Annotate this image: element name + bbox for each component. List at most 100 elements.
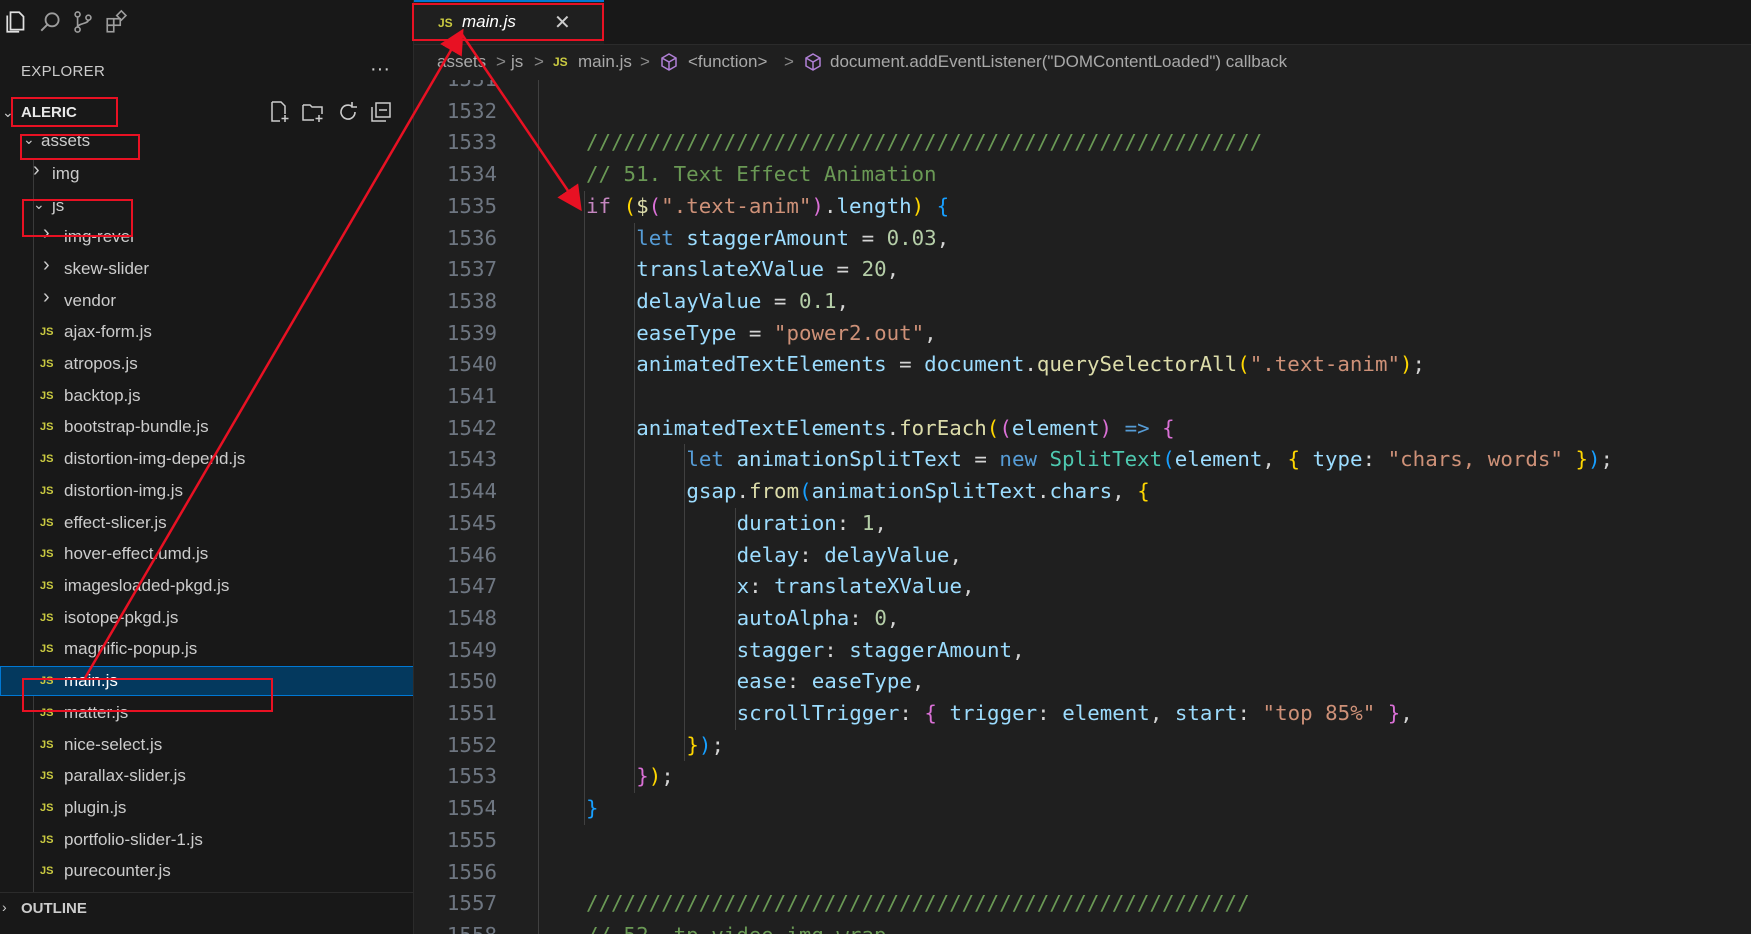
line-number: 1554 xyxy=(446,796,497,821)
code-line: 1545 duration: 1, xyxy=(414,508,1751,540)
tree-item-label: nice-select.js xyxy=(64,735,163,754)
breadcrumb-item-callback[interactable]: document.addEventListener("DOMContentLoa… xyxy=(830,52,1287,72)
code-line: 1558 // 52. tp video img wrap xyxy=(414,920,1751,934)
tree-folder[interactable]: › img xyxy=(0,159,413,189)
breadcrumb-item-function[interactable]: <function> xyxy=(688,52,767,72)
line-number: 1556 xyxy=(446,859,497,884)
code-line: 1549 stagger: staggerAmount, xyxy=(414,635,1751,667)
tree-file[interactable]: JS distortion-img.js xyxy=(0,476,413,506)
tree-folder[interactable]: › vendor xyxy=(0,286,413,316)
code-line: 1538 delayValue = 0.1, xyxy=(414,286,1751,318)
code-line: 1550 ease: easeType, xyxy=(414,666,1751,698)
js-file-icon: JS xyxy=(40,421,54,433)
extensions-icon[interactable] xyxy=(104,9,130,35)
js-file-icon: JS xyxy=(40,548,54,560)
breadcrumb: assets > js > JS main.js > <function> > … xyxy=(414,46,1751,80)
indent-guide xyxy=(584,190,585,825)
tree-file[interactable]: JS portfolio-slider-1.js xyxy=(0,825,413,855)
tree-file[interactable]: JS ajax-form.js xyxy=(0,317,413,347)
line-number: 1541 xyxy=(446,384,497,408)
js-file-icon: JS xyxy=(553,55,568,69)
js-file-icon: JS xyxy=(40,643,54,655)
line-number: 1535 xyxy=(446,193,497,218)
line-number: 1531 xyxy=(414,80,497,96)
line-number: 1532 xyxy=(446,98,497,123)
chevron-right-icon: › xyxy=(2,899,7,915)
tree-file[interactable]: JS backtop.js xyxy=(0,381,413,411)
code-text: ////////////////////////////////////////… xyxy=(586,891,1250,916)
outline-section[interactable]: › OUTLINE xyxy=(0,892,413,923)
tree-file[interactable]: JS atropos.js xyxy=(0,349,413,379)
js-file-icon: JS xyxy=(40,612,54,624)
tree-file[interactable]: JS distortion-img-depend.js xyxy=(0,444,413,474)
tree-item-label: backtop.js xyxy=(64,386,141,405)
tree-item-label: hover-effect.umd.js xyxy=(64,544,209,563)
code-text: easeType = "power2.out", xyxy=(636,320,937,345)
tree-file[interactable]: JS parallax-slider.js xyxy=(0,761,413,791)
highlight-box-main-js xyxy=(22,678,273,712)
highlight-box-assets xyxy=(20,134,140,160)
line-number: 1544 xyxy=(446,479,497,504)
tree-item-label: img xyxy=(52,164,80,183)
new-folder-icon[interactable] xyxy=(301,100,325,124)
line-number: 1550 xyxy=(446,669,497,694)
tree-item-label: magnific-popup.js xyxy=(64,639,198,658)
tree-file[interactable]: JS bootstrap-bundle.js xyxy=(0,412,413,442)
tree-file[interactable]: JS nice-select.js xyxy=(0,730,413,760)
code-line: 1548 autoAlpha: 0, xyxy=(414,603,1751,635)
code-text: ////////////////////////////////////////… xyxy=(586,130,1263,155)
tree-file[interactable]: JS isotope-pkgd.js xyxy=(0,603,413,633)
code-text: animatedTextElements.forEach((element) =… xyxy=(636,415,1175,440)
tree-item-label: purecounter.js xyxy=(64,861,171,880)
breadcrumb-separator: > xyxy=(640,52,650,71)
tree-file[interactable]: JS plugin.js xyxy=(0,793,413,823)
tree-folder[interactable]: › skew-slider xyxy=(0,254,413,284)
code-text: }); xyxy=(636,764,674,789)
more-actions-icon[interactable]: ··· xyxy=(370,58,390,81)
line-number: 1545 xyxy=(446,510,497,535)
outline-label: OUTLINE xyxy=(21,900,87,917)
js-file-icon: JS xyxy=(40,802,54,814)
function-cube-icon xyxy=(805,53,821,71)
code-line: 1556 xyxy=(414,857,1751,889)
tree-item-label: plugin.js xyxy=(64,798,127,817)
refresh-icon[interactable] xyxy=(336,100,360,124)
js-file-icon: JS xyxy=(40,358,54,370)
highlight-box-root xyxy=(11,97,118,127)
code-text: delay: delayValue, xyxy=(736,542,962,567)
code-editor[interactable]: 1531 1532 1533 ////////////////////////////… xyxy=(414,80,1751,934)
tree-item-label: distortion-img.js xyxy=(64,481,184,500)
line-number: 1543 xyxy=(446,447,497,472)
indent-guide xyxy=(684,444,686,762)
line-number: 1551 xyxy=(446,701,497,725)
js-file-icon: JS xyxy=(40,739,54,751)
new-file-icon[interactable] xyxy=(267,100,291,124)
source-control-icon[interactable] xyxy=(70,9,96,35)
code-text: x: translateXValue, xyxy=(736,574,975,599)
line-number: 1542 xyxy=(446,415,497,440)
breadcrumb-item-main[interactable]: main.js xyxy=(578,52,632,72)
breadcrumb-item-assets[interactable]: assets xyxy=(437,52,486,72)
breadcrumb-item-js[interactable]: js xyxy=(511,52,523,72)
tree-file[interactable]: JS effect-slicer.js xyxy=(0,508,413,538)
tree-item-label: vendor xyxy=(64,291,116,310)
collapse-all-icon[interactable] xyxy=(369,100,393,124)
code-line: 1533 ////////////////////////////////////… xyxy=(414,127,1751,159)
files-icon[interactable] xyxy=(4,9,30,35)
code-text: delayValue = 0.1, xyxy=(636,288,850,313)
js-file-icon: JS xyxy=(40,517,54,529)
line-number: 1553 xyxy=(446,764,497,789)
tree-file[interactable]: JS purecounter.js xyxy=(0,856,413,886)
indent-guide xyxy=(634,222,636,794)
js-file-icon: JS xyxy=(40,390,54,402)
code-line: 1543 let animationSplitText = new SplitTe… xyxy=(414,444,1751,476)
tree-item-label: atropos.js xyxy=(64,354,138,373)
search-icon[interactable] xyxy=(38,9,64,35)
chevron-right-icon: › xyxy=(43,254,50,276)
tree-file[interactable]: JS imagesloaded-pkgd.js xyxy=(0,571,413,601)
tree-file[interactable]: JS hover-effect.umd.js xyxy=(0,539,413,569)
js-file-icon: JS xyxy=(40,453,54,465)
js-file-icon: JS xyxy=(40,834,54,846)
line-number: 1549 xyxy=(446,637,497,662)
tree-file[interactable]: JS magnific-popup.js xyxy=(0,634,413,664)
